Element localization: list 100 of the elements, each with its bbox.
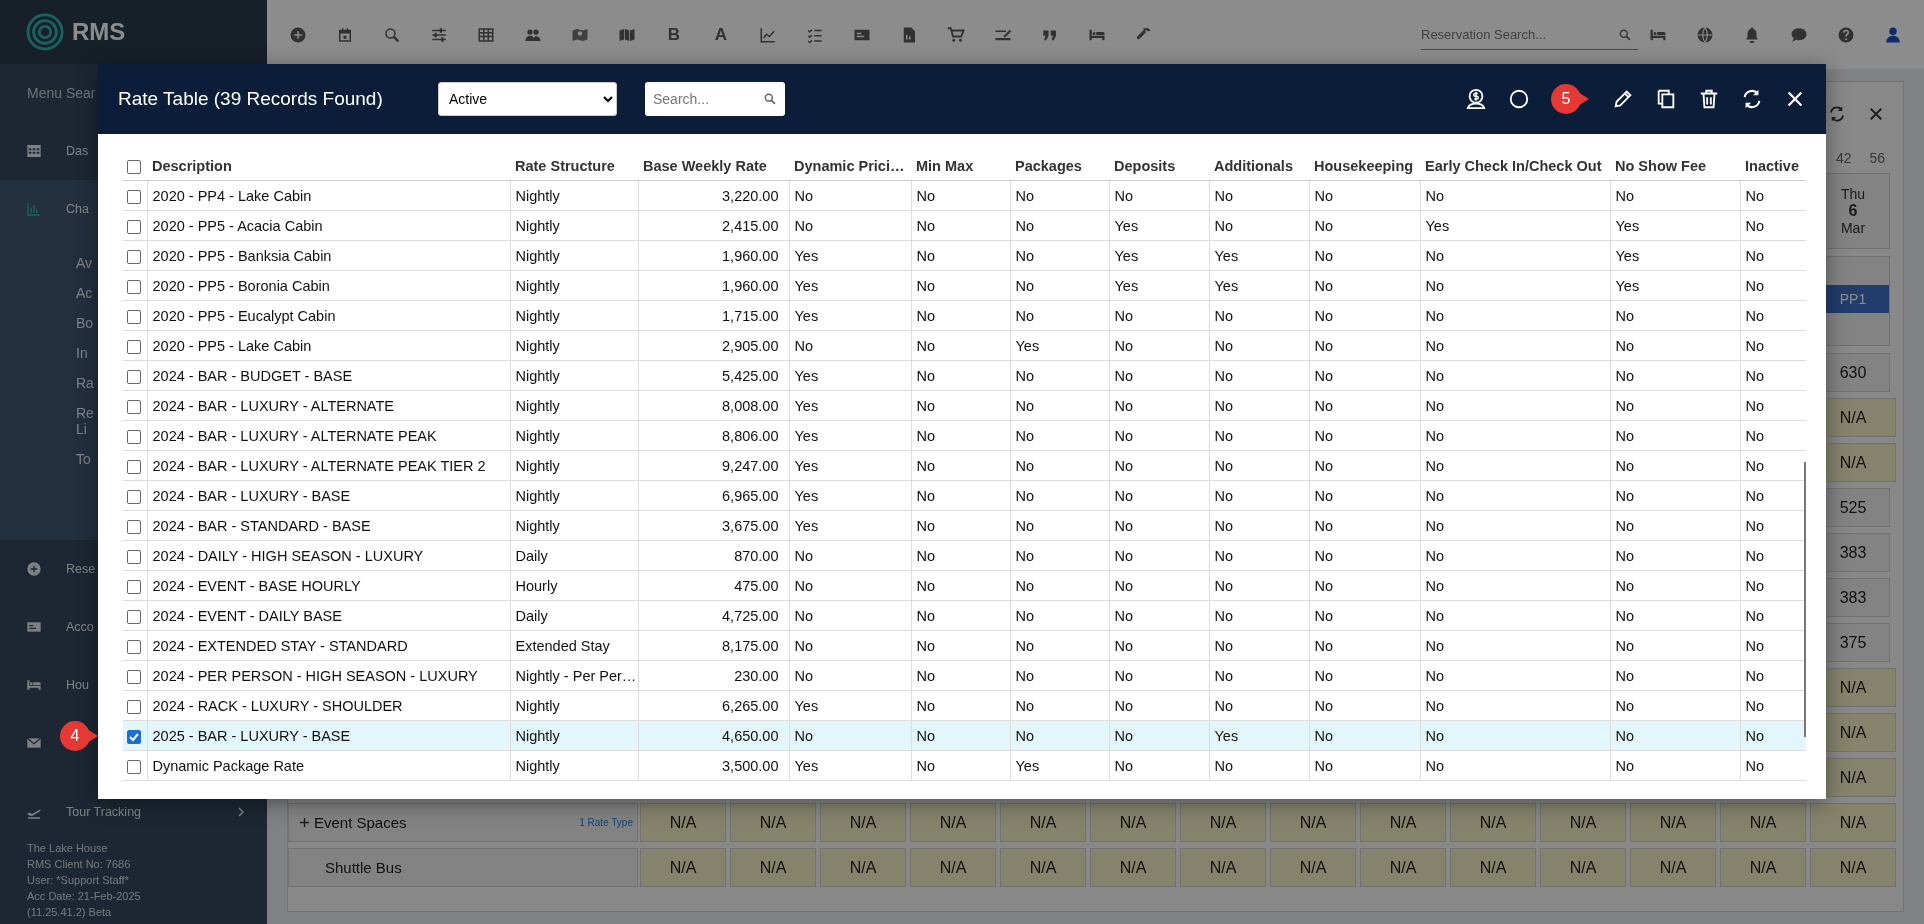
table-cell: 3,220.00 [722,187,779,204]
table-cell: No [916,277,936,294]
table-cell: No [1425,337,1445,354]
month-label: Mar [1840,220,1866,236]
table-cell: 3,675.00 [722,517,779,534]
table-cell: Nightly [515,217,560,234]
table-cell: Yes [1214,277,1239,294]
table-cell: No [1425,397,1445,414]
table-cell: No [1114,487,1134,504]
table-cell: No [1615,337,1635,354]
table-cell: 2024 - BAR - LUXURY - BASE [152,487,351,504]
table-cell: No [1214,187,1234,204]
table-cell: No [1615,757,1635,774]
table-cell: No [1015,187,1035,204]
table-cell: No [916,397,936,414]
table-cell: No [1015,637,1035,654]
table-cell: Nightly [515,757,560,774]
table-cell: No [1015,397,1035,414]
footer-text: User: *Support Staff* [27,873,130,888]
table-cell: No [1015,427,1035,444]
table-cell: 2020 - PP4 - Lake Cabin [152,187,312,204]
table-cell: 4,725.00 [722,607,779,624]
table-cell: No [1615,607,1635,624]
table-cell: No [1615,577,1635,594]
table-cell: No [1314,337,1334,354]
table-cell: No [1114,517,1134,534]
table-cell: No [1214,427,1234,444]
table-cell: 2025 - BAR - LUXURY - BASE [152,727,351,744]
table-cell: No [916,727,936,744]
table-cell: 5,425.00 [722,367,779,384]
table-cell: No [1425,727,1445,744]
table-cell: No [1114,337,1134,354]
table-cell: No [1615,307,1635,324]
table-cell: Nightly [515,337,560,354]
table-cell: 2024 - BAR - LUXURY - ALTERNATE PEAK TIER 2 [152,457,486,474]
table-cell: No [794,217,814,234]
table-cell: Yes [1114,217,1139,234]
table-cell: Daily [515,607,548,624]
table-cell: 2024 - BAR - LUXURY - ALTERNATE PEAK [152,427,437,444]
table-cell: No [1745,637,1765,654]
table-cell: No [1425,577,1445,594]
table-cell: No [1425,187,1445,204]
table-cell: No [1745,337,1765,354]
table-cell: No [1425,307,1445,324]
table-cell: No [916,607,936,624]
footer-text: The Lake House [27,841,109,856]
table-cell: No [1015,217,1035,234]
table-cell: No [916,577,936,594]
table-cell: 2020 - PP5 - Banksia Cabin [152,247,332,264]
table-cell: No [1745,457,1765,474]
table-cell: No [1314,547,1334,564]
table-cell: No [1745,727,1765,744]
table-cell: No [1745,367,1765,384]
table-cell: No [1114,727,1134,744]
table-cell: No [1214,667,1234,684]
table-cell: Extended Stay [515,637,610,654]
table-cell: No [1015,547,1035,564]
table-cell: Nightly [515,457,560,474]
table-cell: Yes [1615,277,1640,294]
table-cell: Nightly [515,277,560,294]
table-cell: No [1114,757,1134,774]
table-cell: No [1114,667,1134,684]
table-cell: Nightly [515,487,560,504]
table-cell: No [1114,187,1134,204]
table-cell: No [1214,457,1234,474]
table-cell: Nightly - Per Per… [515,667,637,684]
table-cell: No [1114,577,1134,594]
table-cell: No [1114,307,1134,324]
table-cell: No [1114,397,1134,414]
table-cell: No [1015,727,1035,744]
table-cell: Yes [794,697,819,714]
table-cell: No [1745,307,1765,324]
table-cell: No [1314,727,1334,744]
row-label: Event Spaces [314,814,407,831]
table-cell: 2020 - PP5 - Lake Cabin [152,337,312,354]
table-cell: 2024 - BAR - BUDGET - BASE [152,367,353,384]
table-cell: No [1425,247,1445,264]
table-cell: Nightly [515,367,560,384]
table-cell: No [916,247,936,264]
table-cell: No [1314,607,1334,624]
table-cell: No [794,577,814,594]
table-cell: No [794,727,814,744]
table-cell: Yes [1114,277,1139,294]
table-cell: No [1745,277,1765,294]
table-cell: No [1214,337,1234,354]
table-cell: Yes [1425,217,1450,234]
table-cell: No [794,547,814,564]
table-cell: No [1314,667,1334,684]
table-cell: 870.00 [734,547,779,564]
table-cell: Yes [1214,247,1239,264]
table-cell: No [1314,397,1334,414]
table-cell: No [1745,217,1765,234]
step-callout: 5 [1551,84,1591,114]
table-cell: No [1615,397,1635,414]
table-cell: No [1314,517,1334,534]
table-cell: No [1615,427,1635,444]
table-cell: No [1745,487,1765,504]
table-cell: 2024 - RACK - LUXURY - SHOULDER [152,697,403,714]
table-cell: 2020 - PP5 - Boronia Cabin [152,277,330,294]
table-cell: No [1425,757,1445,774]
